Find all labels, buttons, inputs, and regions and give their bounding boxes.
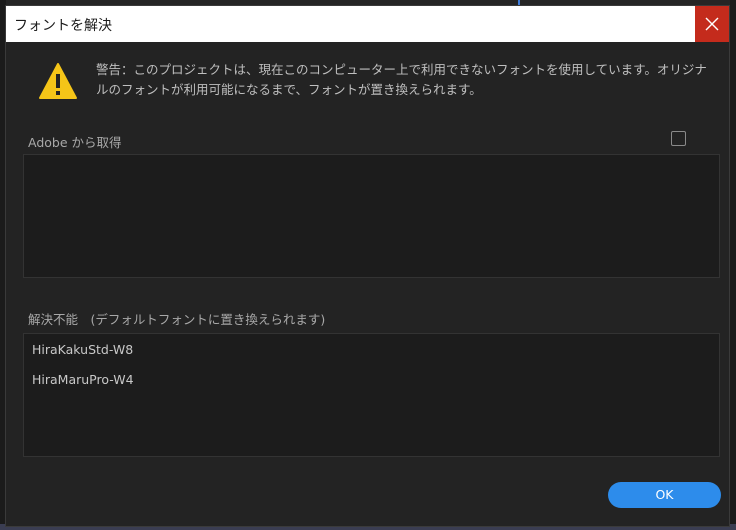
close-button[interactable] (695, 6, 729, 42)
ok-button[interactable]: OK (608, 482, 721, 508)
unresolved-fonts-list[interactable]: HiraKakuStd-W8 HiraMaruPro-W4 (23, 333, 720, 457)
background-strip-right (730, 0, 736, 530)
list-item[interactable]: HiraKakuStd-W8 (32, 342, 133, 357)
unresolved-section-label: 解決不能 (デフォルトフォントに置き換えられます) (28, 312, 326, 327)
list-item[interactable]: HiraMaruPro-W4 (32, 372, 134, 387)
adobe-fonts-list[interactable] (23, 154, 720, 278)
adobe-select-all-checkbox[interactable] (671, 131, 686, 146)
title-bar: フォントを解決 (6, 6, 729, 42)
close-icon (705, 17, 719, 31)
warning-icon (39, 63, 77, 99)
resolve-fonts-dialog: フォントを解決 警告：このプロジェクトは、現在このコンピューター上で利用できない… (5, 5, 730, 527)
dialog-title: フォントを解決 (14, 18, 112, 34)
adobe-section-label: Adobe から取得 (28, 135, 122, 150)
warning-message: 警告：このプロジェクトは、現在このコンピューター上で利用できないフォントを使用し… (96, 62, 707, 97)
